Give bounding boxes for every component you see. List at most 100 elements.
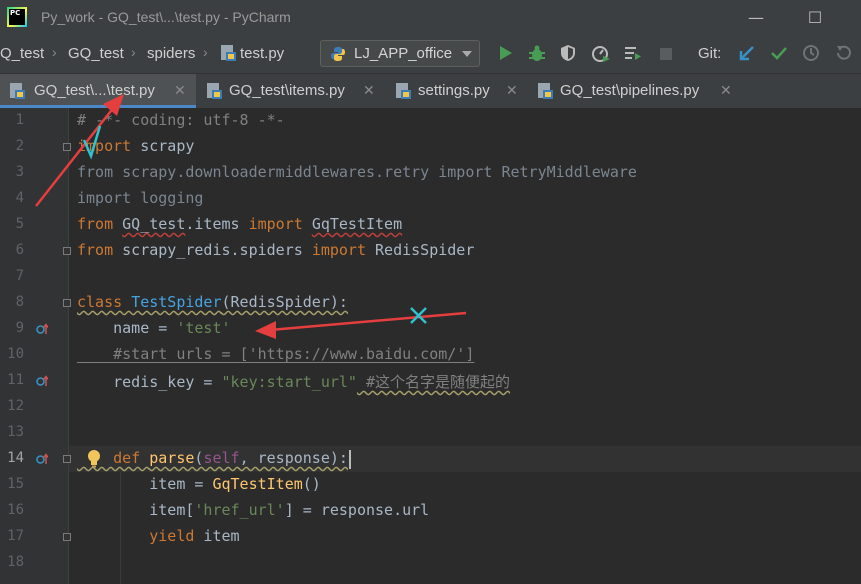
line-number: 2	[15, 138, 24, 154]
keyword: import	[77, 137, 132, 155]
comment: #这个名字是随便起的	[356, 373, 511, 391]
close-tab-icon[interactable]: ✕	[506, 82, 518, 99]
identifier: logging	[131, 189, 204, 207]
fold-marker-icon[interactable]	[63, 299, 71, 307]
python-file-icon	[207, 83, 222, 99]
identifier: RedisSpider	[366, 241, 475, 259]
identifier: name =	[77, 319, 177, 337]
line-number: 1	[15, 112, 24, 128]
identifier: .items	[185, 215, 249, 233]
code-line: 18	[0, 550, 861, 576]
run-concurrency-icon[interactable]	[624, 44, 642, 62]
debug-icon[interactable]	[527, 44, 547, 64]
code-text: import scrapy	[77, 137, 194, 155]
keyword: def	[77, 449, 141, 467]
close-tab-icon[interactable]: ✕	[720, 82, 732, 99]
identifier: scrapy	[131, 137, 195, 155]
tab-settings-py[interactable]: settings.py ✕	[386, 74, 526, 108]
keyword: import	[311, 241, 366, 259]
stop-icon[interactable]	[658, 46, 674, 62]
python-file-icon	[396, 83, 411, 99]
git-commit-icon[interactable]	[770, 44, 788, 62]
string: "key:start_url"	[221, 373, 357, 391]
python-file-icon	[538, 83, 553, 99]
tab-test-py[interactable]: GQ_test\...\test.py ✕	[0, 74, 196, 108]
breadcrumb-separator-icon: ›	[52, 44, 57, 60]
close-tab-icon[interactable]: ✕	[363, 82, 375, 99]
overrides-icon[interactable]	[36, 453, 48, 465]
code-line: 7	[0, 264, 861, 290]
line-number: 6	[15, 242, 24, 258]
code-text: name = 'test'	[77, 319, 230, 337]
line-number: 4	[15, 190, 24, 206]
code-line: 13	[0, 420, 861, 446]
function-name: parse	[149, 449, 195, 467]
tab-label: settings.py	[418, 82, 490, 99]
identifier: item[	[77, 501, 195, 519]
code-editor[interactable]: 1 # -*- coding: utf-8 -*- 2 import scrap…	[0, 108, 861, 584]
line-number: 16	[7, 502, 24, 518]
line-number: 14	[7, 450, 24, 466]
run-icon[interactable]	[496, 44, 514, 62]
string: 'href_url'	[194, 501, 285, 519]
identifier: ] = response.url	[284, 501, 430, 519]
identifier: (RedisSpider):	[221, 293, 348, 311]
code-text: item['href_url'] = response.url	[77, 501, 429, 519]
keyword: import	[438, 163, 493, 181]
identifier: , response):	[239, 449, 348, 467]
editor-tab-bar: GQ_test\...\test.py ✕ GQ_test\items.py ✕…	[0, 74, 861, 109]
tab-pipelines-py[interactable]: GQ_test\pipelines.py ✕	[528, 74, 742, 108]
code-text: def parse(self, response):	[77, 449, 348, 467]
overrides-icon[interactable]	[36, 323, 48, 335]
maximize-button[interactable]: ☐	[796, 4, 834, 32]
tab-label: GQ_test\...\test.py	[34, 82, 155, 99]
overrides-icon[interactable]	[36, 375, 48, 387]
code-text: from scrapy_redis.spiders import RedisSp…	[77, 241, 474, 259]
code-line: 5 from GQ_test.items import GqTestItem	[0, 212, 861, 238]
run-configuration-select[interactable]: LJ_APP_office	[320, 40, 480, 67]
git-label: Git:	[698, 45, 722, 62]
python-icon	[331, 47, 345, 61]
window-title: Py_work - GQ_test\...\test.py - PyCharm	[41, 9, 291, 25]
breadcrumb-project[interactable]: Q_test	[0, 45, 44, 62]
code-line: 11 redis_key = "key:start_url" #这个名字是随便起…	[0, 368, 861, 394]
breadcrumb-package[interactable]: GQ_test	[68, 45, 124, 62]
tab-label: GQ_test\pipelines.py	[560, 82, 700, 99]
keyword: from	[77, 241, 114, 259]
git-update-icon[interactable]	[738, 44, 756, 62]
comment: 'https://www.baidu.com/'	[248, 345, 466, 363]
fold-marker-icon[interactable]	[63, 533, 71, 541]
line-number: 12	[7, 398, 24, 414]
identifier: RetryMiddleware	[492, 163, 637, 181]
class-name: GqTestItem	[212, 475, 303, 493]
code-text: from GQ_test.items import GqTestItem	[77, 215, 402, 233]
tab-items-py[interactable]: GQ_test\items.py ✕	[197, 74, 385, 108]
code-text: import logging	[77, 189, 203, 207]
keyword: yield	[77, 527, 195, 545]
code-line: 2 import scrapy	[0, 134, 861, 160]
code-text: item = GqTestItem()	[77, 475, 321, 493]
breadcrumb-file[interactable]: test.py	[240, 45, 284, 62]
code-text: # -*- coding: utf-8 -*-	[77, 111, 285, 129]
fold-marker-icon[interactable]	[63, 455, 71, 463]
line-number: 15	[7, 476, 24, 492]
line-number: 9	[15, 320, 24, 336]
fold-marker-icon[interactable]	[63, 143, 71, 151]
history-icon[interactable]	[802, 44, 820, 62]
chevron-down-icon	[462, 51, 472, 57]
line-number: 8	[15, 294, 24, 310]
fold-marker-icon[interactable]	[63, 247, 71, 255]
python-file-icon	[10, 83, 25, 99]
identifier: redis_key =	[77, 373, 222, 391]
close-tab-icon[interactable]: ✕	[174, 82, 186, 99]
minimize-button[interactable]: —	[737, 4, 775, 32]
coverage-icon[interactable]	[559, 44, 577, 62]
rollback-icon[interactable]	[834, 44, 852, 62]
code-text: #start_urls = ['https://www.baidu.com/']	[77, 345, 474, 363]
code-text: redis_key = "key:start_url" #这个名字是随便起的	[77, 371, 510, 392]
code-line: 1 # -*- coding: utf-8 -*-	[0, 108, 861, 134]
profile-icon[interactable]	[591, 44, 611, 64]
breadcrumb-folder[interactable]: spiders	[147, 45, 195, 62]
identifier: GqTestItem	[311, 215, 403, 233]
breadcrumb-separator-icon: ›	[131, 44, 136, 60]
